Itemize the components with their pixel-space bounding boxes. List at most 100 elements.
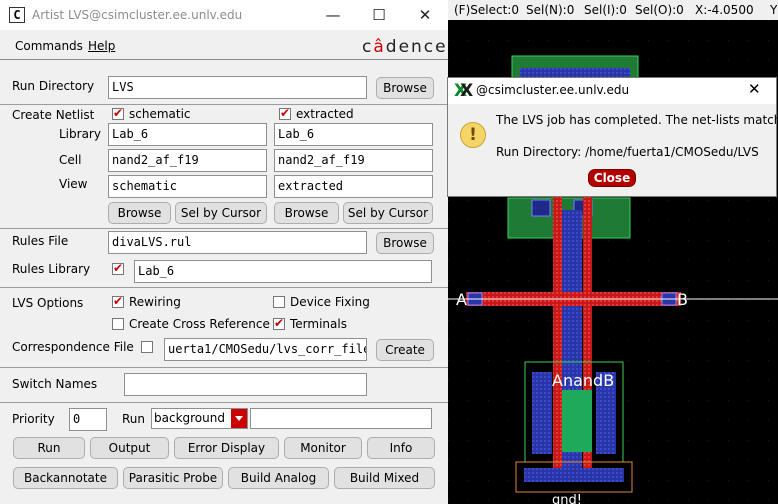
run-directory-label: Run Directory [12, 79, 95, 93]
lvs-complete-dialog: XX @csimcluster.ee.unlv.edu ✕ ! The LVS … [447, 77, 778, 197]
separator [0, 402, 448, 403]
label-gnd: gnd! [552, 493, 582, 504]
dialog-title-bar[interactable]: XX @csimcluster.ee.unlv.edu ✕ [448, 78, 776, 104]
switch-names-input[interactable] [124, 373, 367, 396]
rules-file-input[interactable]: divaLVS.rul [108, 231, 367, 254]
run-button[interactable]: Run [13, 437, 85, 459]
lvs-title-bar[interactable]: C Artist LVS@csimcluster.ee.unlv.edu — ☐… [0, 0, 448, 30]
separator [0, 228, 448, 229]
lvs-window-title: Artist LVS@csimcluster.ee.unlv.edu [32, 8, 243, 22]
status-x: X:-4.0500 [695, 3, 754, 17]
separator [0, 367, 448, 368]
extracted-sel-by-cursor-button[interactable]: Sel by Cursor [343, 202, 433, 224]
create-netlist-label: Create Netlist [12, 108, 95, 122]
status-sel-o: Sel(O):0 [635, 3, 684, 17]
separator [0, 287, 448, 288]
menu-commands[interactable]: Commands [15, 39, 83, 53]
terminals-checkbox[interactable] [273, 316, 285, 330]
chevron-down-icon[interactable] [231, 409, 247, 428]
lvs-form-window: C Artist LVS@csimcluster.ee.unlv.edu — ☐… [0, 0, 448, 504]
schematic-checkbox-label: schematic [129, 107, 191, 121]
label-a: A [456, 290, 467, 309]
extracted-checkbox-label: extracted [296, 107, 354, 121]
correspondence-file-input[interactable]: uerta1/CMOSedu/lvs_corr_file [164, 338, 367, 361]
layout-canvas[interactable]: (F)Select:0 Sel(N):0 Sel(I):0 Sel(O):0 X… [448, 0, 778, 504]
cadence-logo: câdence [362, 37, 448, 57]
extracted-view-input[interactable]: extracted [274, 175, 433, 198]
extracted-checkbox[interactable] [279, 106, 291, 120]
status-sel-n: Sel(N):0 [526, 3, 575, 17]
priority-input[interactable]: 0 [69, 408, 107, 431]
lvs-options-label: LVS Options [12, 296, 84, 310]
schematic-checkbox[interactable] [112, 106, 124, 120]
parasitic-probe-button[interactable]: Parasitic Probe [123, 467, 223, 489]
label-b: B [677, 290, 688, 309]
status-y: Y [770, 3, 778, 17]
extracted-library-input[interactable]: Lab_6 [274, 123, 433, 146]
view-label: View [59, 177, 88, 191]
run-mode-value: background [154, 411, 225, 425]
extracted-browse-button[interactable]: Browse [274, 202, 339, 224]
run-mode-extra-input[interactable] [250, 408, 432, 429]
cell-label: Cell [59, 153, 82, 167]
schematic-cell-input[interactable]: nand2_af_f19 [108, 149, 267, 172]
monitor-button[interactable]: Monitor [284, 437, 362, 459]
minimize-icon[interactable]: — [310, 0, 356, 30]
error-display-button[interactable]: Error Display [174, 437, 279, 459]
x-window-icon: XX [454, 81, 474, 101]
gnd-rail [524, 468, 624, 482]
rewiring-label: Rewiring [129, 295, 181, 309]
build-mixed-button[interactable]: Build Mixed [334, 467, 435, 489]
backannotate-button[interactable]: Backannotate [13, 467, 118, 489]
menu-help[interactable]: Help [88, 39, 115, 53]
close-icon[interactable]: ✕ [402, 0, 448, 30]
schematic-browse-button[interactable]: Browse [108, 202, 171, 224]
switch-names-label: Switch Names [12, 377, 98, 391]
label-anandb: AnandB [552, 371, 614, 390]
separator [0, 104, 448, 105]
build-analog-button[interactable]: Build Analog [228, 467, 329, 489]
ndiff-region [562, 390, 592, 452]
run-directory-input[interactable]: LVS [108, 76, 367, 99]
dialog-close-button[interactable]: Close [588, 169, 636, 187]
schematic-view-input[interactable]: schematic [108, 175, 267, 198]
correspondence-file-label: Correspondence File [12, 340, 134, 354]
rules-library-input[interactable]: Lab_6 [134, 260, 432, 283]
extracted-cell-input[interactable]: nand2_af_f19 [274, 149, 433, 172]
device-fixing-checkbox[interactable] [273, 296, 285, 308]
rules-file-label: Rules File [12, 234, 69, 248]
dialog-close-icon[interactable]: ✕ [748, 80, 761, 98]
schematic-library-input[interactable]: Lab_6 [108, 123, 267, 146]
info-button[interactable]: Info [367, 437, 435, 459]
poly-gate-a [553, 190, 562, 480]
output-button[interactable]: Output [90, 437, 169, 459]
maximize-icon[interactable]: ☐ [356, 0, 402, 30]
status-select: (F)Select:0 [454, 3, 519, 17]
dialog-title: @csimcluster.ee.unlv.edu [476, 83, 630, 97]
lvs-menu-bar: Commands Help câdence [0, 34, 448, 60]
nmos-source-metal [532, 372, 552, 454]
create-cross-reference-checkbox[interactable] [112, 318, 124, 330]
rewiring-checkbox[interactable] [112, 294, 124, 308]
dialog-run-directory: Run Directory: /home/fuerta1/CMOSedu/LVS [496, 145, 759, 159]
create-cross-reference-label: Create Cross Reference [129, 317, 270, 331]
priority-label: Priority [12, 412, 55, 426]
library-label: Library [59, 127, 101, 141]
run-directory-browse-button[interactable]: Browse [376, 77, 434, 99]
status-bar: (F)Select:0 Sel(N):0 Sel(I):0 Sel(O):0 X… [448, 0, 778, 20]
cadence-app-icon: C [9, 7, 25, 23]
device-fixing-label: Device Fixing [290, 295, 370, 309]
run-mode-select[interactable]: background [151, 408, 248, 429]
rules-file-browse-button[interactable]: Browse [376, 232, 434, 254]
correspondence-create-button[interactable]: Create [376, 339, 434, 361]
run-mode-label: Run [122, 412, 146, 426]
schematic-sel-by-cursor-button[interactable]: Sel by Cursor [175, 202, 267, 224]
status-sel-i: Sel(I):0 [584, 3, 627, 17]
terminals-label: Terminals [290, 317, 347, 331]
correspondence-file-checkbox[interactable] [141, 341, 153, 353]
rules-library-label: Rules Library [12, 262, 91, 276]
contact [531, 199, 551, 217]
rules-library-checkbox[interactable] [112, 261, 124, 275]
exclamation-icon: ! [460, 122, 486, 148]
dialog-message: The LVS job has completed. The net-lists… [496, 113, 778, 127]
